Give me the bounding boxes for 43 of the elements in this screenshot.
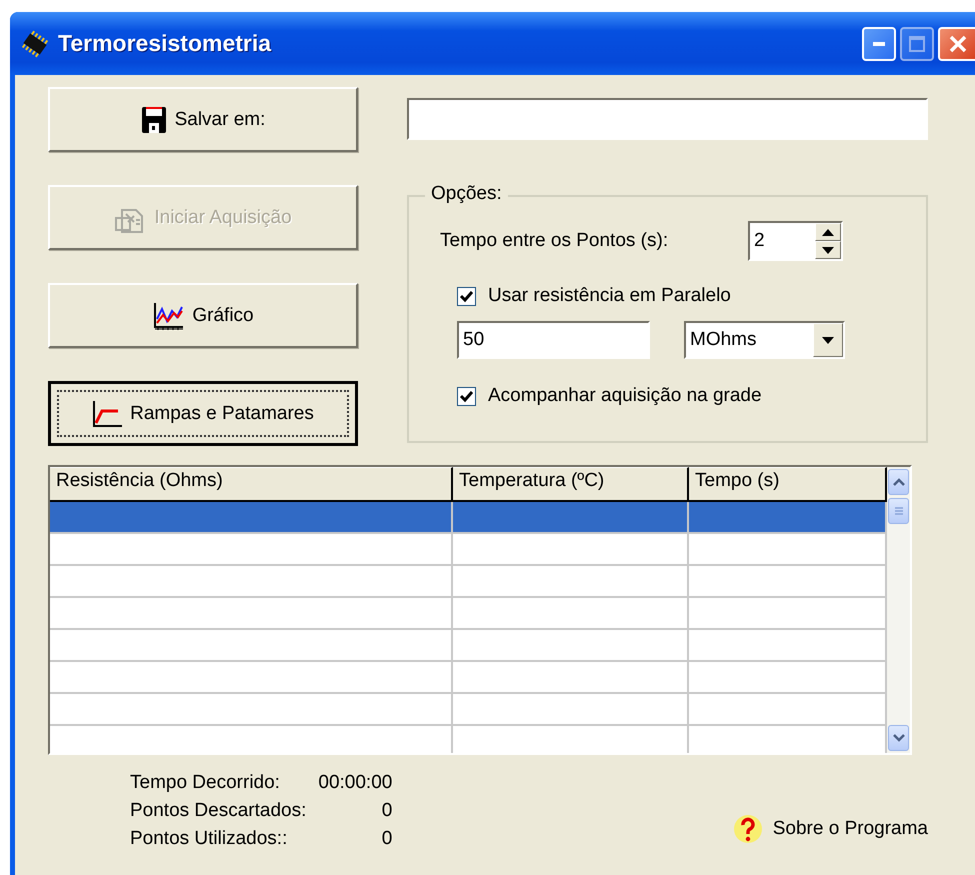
maximize-button[interactable] <box>900 26 934 60</box>
column-header[interactable]: Temperatura (ºC) <box>453 467 689 500</box>
down-chevron-icon <box>892 734 904 742</box>
group-title: Opções: <box>425 183 508 205</box>
window-title: Termoresistometria <box>58 30 272 57</box>
ramp-button[interactable]: Rampas e Patamares <box>48 381 358 446</box>
scrollbar-thumb[interactable] <box>888 498 909 524</box>
stat-label: Pontos Utilizados:: <box>130 828 288 850</box>
help-icon[interactable] <box>732 814 763 844</box>
column-header[interactable]: Resistência (Ohms) <box>50 467 453 500</box>
save-path-field[interactable] <box>407 98 928 140</box>
close-icon <box>948 34 966 52</box>
checkbox-label: Usar resistência em Paralelo <box>488 285 731 307</box>
dropdown-arrow-icon[interactable] <box>822 336 834 344</box>
stat-label: Tempo Decorrido: <box>130 772 281 794</box>
stat-label: Pontos Descartados: <box>130 800 306 822</box>
about-link[interactable]: Sobre o Programa <box>772 818 928 840</box>
checkbox-label: Acompanhar aquisição na grade <box>488 385 762 407</box>
chart-button[interactable]: Gráfico <box>48 283 358 348</box>
checkbox[interactable] <box>457 286 476 306</box>
scroll-down-button[interactable] <box>888 725 909 751</box>
chip-icon <box>20 30 50 58</box>
resistance-field[interactable]: 50 <box>457 321 650 359</box>
close-button[interactable] <box>938 26 975 60</box>
minimize-button[interactable] <box>862 26 896 60</box>
unit-dropdown[interactable]: MOhms <box>684 321 845 359</box>
interval-spinner[interactable]: 2 <box>748 221 843 261</box>
ramp-graph-icon <box>92 400 122 428</box>
interval-label: Tempo entre os Pontos (s): <box>440 230 670 252</box>
stat-value: 00:00:00 <box>318 772 392 794</box>
up-arrow-icon[interactable] <box>822 228 834 236</box>
checkbox[interactable] <box>457 386 476 406</box>
stat-value: 0 <box>380 828 392 850</box>
table-row[interactable] <box>50 502 887 534</box>
up-chevron-icon <box>892 478 904 486</box>
minimize-icon <box>873 42 885 46</box>
scroll-up-button[interactable] <box>888 469 909 495</box>
interval-field[interactable]: 2 <box>750 223 815 259</box>
save-button[interactable]: Salvar em: <box>48 87 358 152</box>
stat-value: 0 <box>380 800 392 822</box>
down-arrow-icon[interactable] <box>822 246 834 254</box>
maximize-icon <box>909 36 925 52</box>
line-chart-icon <box>152 300 184 330</box>
